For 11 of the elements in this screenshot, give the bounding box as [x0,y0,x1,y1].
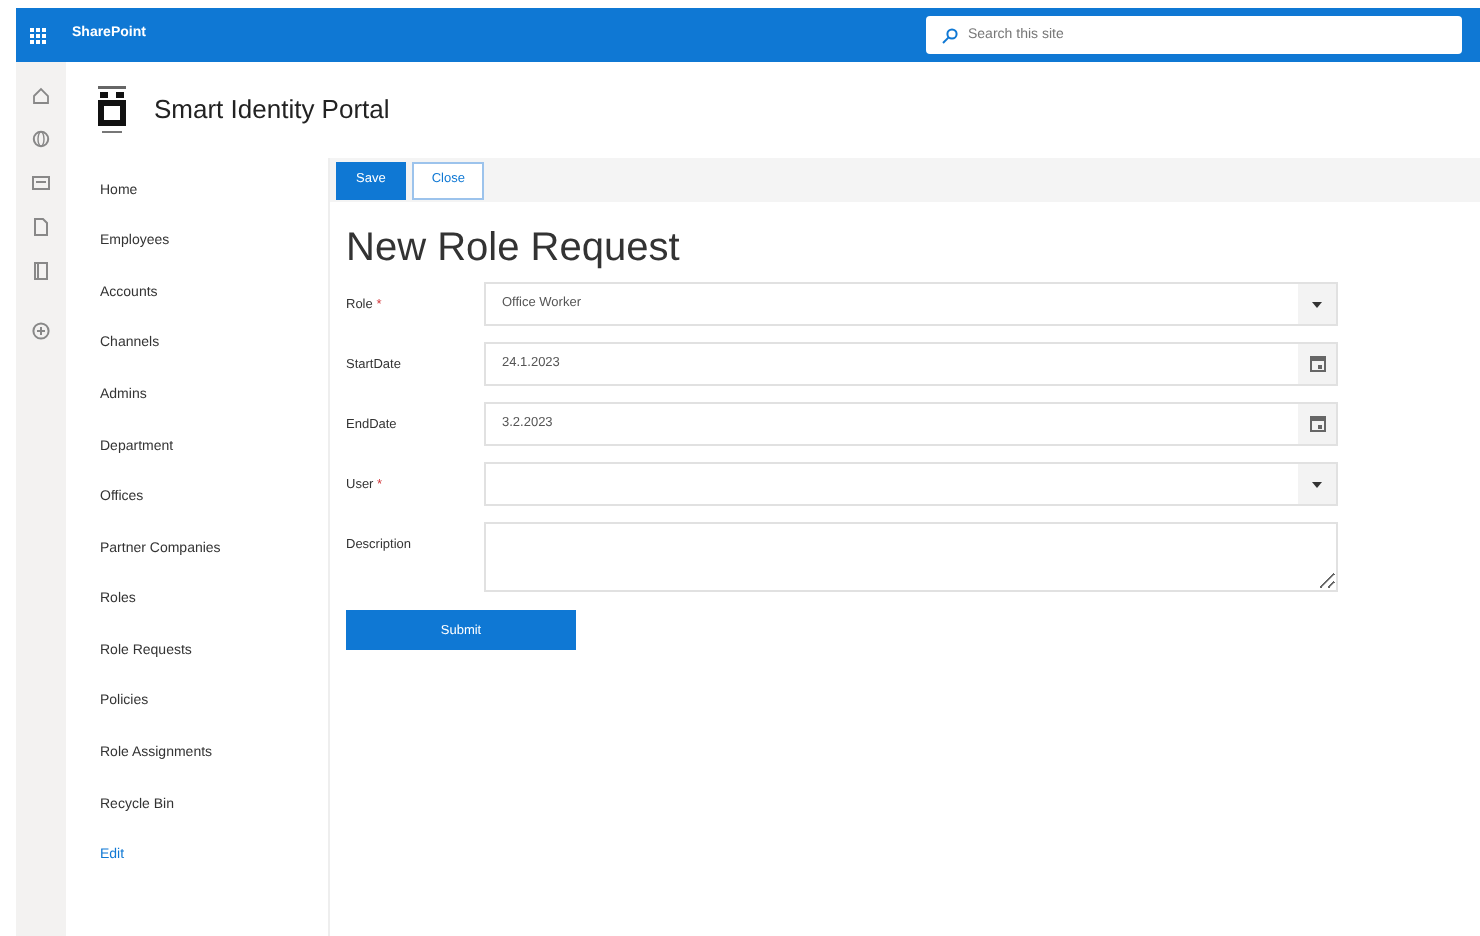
home-icon[interactable] [32,86,50,104]
form-title: New Role Request [346,224,682,274]
site-title: Smart Identity Portal [154,92,390,129]
add-icon[interactable] [32,322,50,340]
news-icon[interactable] [32,174,50,192]
globe-icon[interactable] [32,130,50,148]
app-launcher-icon[interactable] [30,27,46,43]
site-logo [94,84,130,136]
document-icon[interactable] [32,218,50,236]
search-icon [942,27,958,43]
notebook-icon[interactable] [32,262,50,280]
